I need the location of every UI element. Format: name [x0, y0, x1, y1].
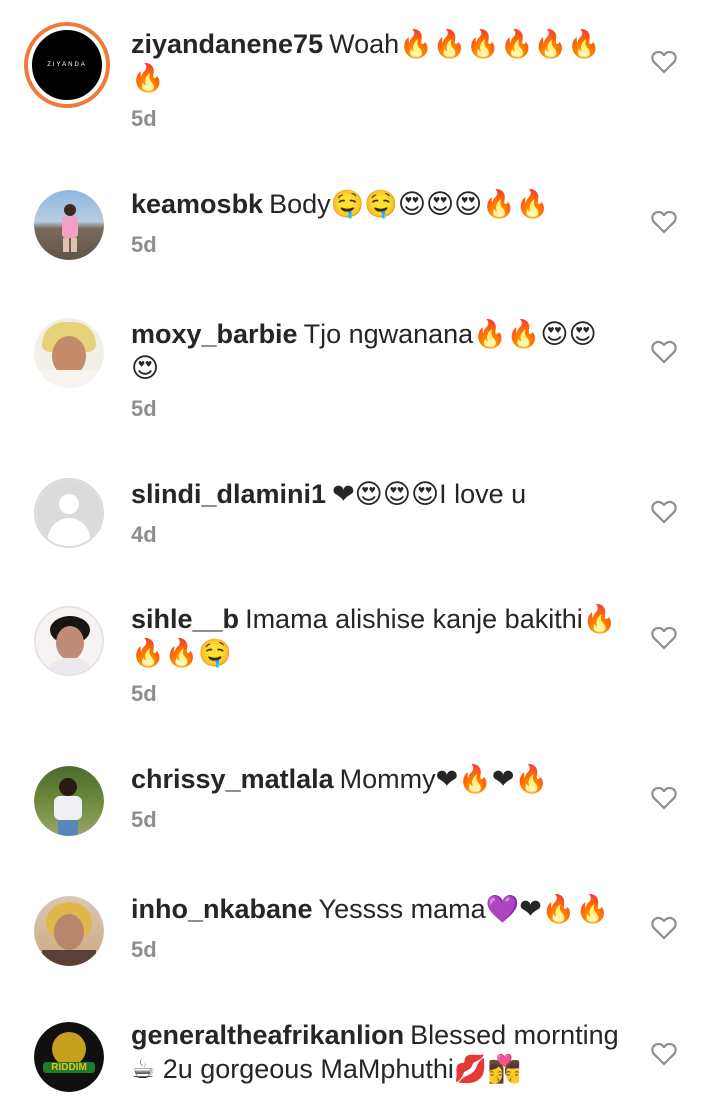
avatar[interactable] [34, 766, 104, 836]
comment-message: ❤😍😍😍I love u [332, 479, 527, 509]
comment-timestamp: 5d [131, 937, 157, 962]
heart-outline-icon [651, 786, 677, 810]
comment-text: inho_nkabane Yessss mama💜❤🔥🔥 [131, 892, 621, 926]
like-button[interactable] [651, 210, 677, 234]
avatar-logo-text: RIDDIM [43, 1062, 95, 1073]
comment-item: keamosbk Body🤤🤤😍😍😍🔥🔥 5d [0, 160, 720, 290]
avatar[interactable] [34, 190, 104, 260]
comment-username[interactable]: inho_nkabane [131, 894, 313, 924]
avatar[interactable] [34, 318, 104, 388]
comment-body: ziyandanene75 Woah🔥🔥🔥🔥🔥🔥🔥 5d [131, 27, 621, 133]
comment-username[interactable]: sihle__b [131, 604, 239, 634]
comment-item: chrissy_matlala Mommy❤🔥❤🔥 5d [0, 740, 720, 870]
comment-item: moxy_barbie Tjo ngwanana🔥🔥😍😍😍 5d [0, 290, 720, 450]
comment-text: keamosbk Body🤤🤤😍😍😍🔥🔥 [131, 187, 621, 221]
heart-outline-icon [651, 500, 677, 524]
like-button[interactable] [651, 500, 677, 524]
avatar[interactable]: RIDDIM [34, 1022, 104, 1092]
comment-body: sihle__b Imama alishise kanje bakithi🔥🔥🔥🤤… [131, 602, 621, 708]
avatar[interactable]: ZIYANDA [24, 22, 110, 108]
comment-item: ZIYANDA ziyandanene75 Woah🔥🔥🔥🔥🔥🔥🔥 5d [0, 0, 720, 160]
like-button[interactable] [651, 786, 677, 810]
like-button[interactable] [651, 916, 677, 940]
comment-username[interactable]: moxy_barbie [131, 319, 298, 349]
comment-body: generaltheafrikanlion Blessed mornting ☕ … [131, 1018, 621, 1086]
heart-outline-icon [651, 916, 677, 940]
like-button[interactable] [651, 340, 677, 364]
comment-item: sihle__b Imama alishise kanje bakithi🔥🔥🔥🤤… [0, 580, 720, 740]
heart-outline-icon [651, 210, 677, 234]
comment-timestamp: 5d [131, 807, 157, 832]
comment-list: ZIYANDA ziyandanene75 Woah🔥🔥🔥🔥🔥🔥🔥 5d kea… [0, 0, 720, 1096]
avatar[interactable] [34, 606, 104, 676]
comment-body: keamosbk Body🤤🤤😍😍😍🔥🔥 5d [131, 187, 621, 259]
comment-username[interactable]: keamosbk [131, 189, 263, 219]
comment-body: slindi_dlamini1 ❤😍😍😍I love u 4d [131, 477, 621, 549]
comment-username[interactable]: ziyandanene75 [131, 29, 323, 59]
comment-username[interactable]: generaltheafrikanlion [131, 1020, 404, 1050]
like-button[interactable] [651, 1042, 677, 1066]
comment-body: moxy_barbie Tjo ngwanana🔥🔥😍😍😍 5d [131, 317, 621, 423]
comment-timestamp: 5d [131, 106, 157, 131]
comment-text: ziyandanene75 Woah🔥🔥🔥🔥🔥🔥🔥 [131, 27, 621, 95]
comment-text: slindi_dlamini1 ❤😍😍😍I love u [131, 477, 621, 511]
comment-timestamp: 4d [131, 522, 157, 547]
comment-message: Yessss mama💜❤🔥🔥 [318, 894, 610, 924]
comment-text: chrissy_matlala Mommy❤🔥❤🔥 [131, 762, 621, 796]
comment-username[interactable]: chrissy_matlala [131, 764, 334, 794]
like-button[interactable] [651, 626, 677, 650]
comment-timestamp: 5d [131, 232, 157, 257]
comment-username[interactable]: slindi_dlamini1 [131, 479, 326, 509]
comment-body: inho_nkabane Yessss mama💜❤🔥🔥 5d [131, 892, 621, 964]
avatar[interactable] [34, 896, 104, 966]
heart-outline-icon [651, 626, 677, 650]
comment-text: sihle__b Imama alishise kanje bakithi🔥🔥🔥🤤 [131, 602, 621, 670]
comment-message: Mommy❤🔥❤🔥 [339, 764, 549, 794]
avatar[interactable] [34, 478, 104, 548]
comment-item: inho_nkabane Yessss mama💜❤🔥🔥 5d [0, 870, 720, 1000]
heart-outline-icon [651, 50, 677, 74]
comment-body: chrissy_matlala Mommy❤🔥❤🔥 5d [131, 762, 621, 834]
comment-timestamp: 5d [131, 396, 157, 421]
like-button[interactable] [651, 50, 677, 74]
comment-text: generaltheafrikanlion Blessed mornting ☕ … [131, 1018, 621, 1086]
avatar-logo-text: ZIYANDA [47, 62, 87, 68]
comment-message: Body🤤🤤😍😍😍🔥🔥 [269, 189, 550, 219]
comment-item: RIDDIM generaltheafrikanlion Blessed morn… [0, 1000, 720, 1096]
heart-outline-icon [651, 1042, 677, 1066]
comment-text: moxy_barbie Tjo ngwanana🔥🔥😍😍😍 [131, 317, 621, 385]
comment-timestamp: 5d [131, 681, 157, 706]
heart-outline-icon [651, 340, 677, 364]
comment-item: slindi_dlamini1 ❤😍😍😍I love u 4d [0, 450, 720, 580]
